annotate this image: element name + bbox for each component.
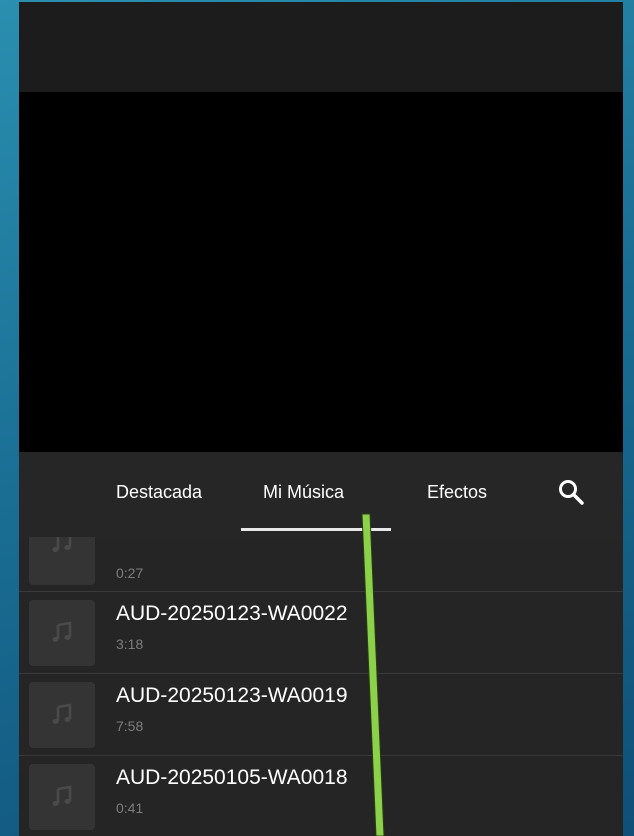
search-button[interactable] [557, 478, 585, 506]
song-row[interactable]: 0:27 [19, 537, 623, 592]
song-list: 0:27 AUD-20250123-WA0022 3:18 AUD-202501… [19, 537, 623, 836]
song-thumbnail [29, 537, 95, 585]
music-note-icon [52, 785, 72, 806]
song-duration: 7:58 [116, 718, 144, 734]
song-duration: 3:18 [116, 636, 144, 652]
tab-my-music[interactable]: Mi Música [263, 482, 344, 503]
video-preview[interactable] [19, 92, 623, 452]
tab-effects[interactable]: Efectos [427, 482, 487, 503]
song-title: AUD-20250123-WA0022 [116, 602, 348, 625]
tab-featured[interactable]: Destacada [116, 482, 202, 503]
song-thumbnail [29, 682, 95, 748]
music-note-icon [52, 537, 72, 552]
search-icon [559, 480, 584, 505]
song-row[interactable]: AUD-20250105-WA0018 0:41 [19, 756, 623, 836]
phone-screen: Destacada Mi Música Efectos 0:27 AUD-202… [19, 2, 623, 836]
song-duration: 0:41 [116, 800, 144, 816]
song-row[interactable]: AUD-20250123-WA0022 3:18 [19, 592, 623, 674]
song-title: AUD-20250123-WA0019 [116, 684, 348, 707]
top-bar [19, 2, 623, 92]
song-thumbnail [29, 600, 95, 666]
music-tabs: Destacada Mi Música Efectos [19, 452, 623, 537]
music-note-icon [52, 621, 72, 642]
song-row[interactable]: AUD-20250123-WA0019 7:58 [19, 674, 623, 756]
active-tab-indicator [241, 528, 391, 531]
music-note-icon [52, 703, 72, 724]
song-title: AUD-20250105-WA0018 [116, 766, 348, 789]
song-duration: 0:27 [116, 565, 144, 581]
song-thumbnail [29, 764, 95, 830]
